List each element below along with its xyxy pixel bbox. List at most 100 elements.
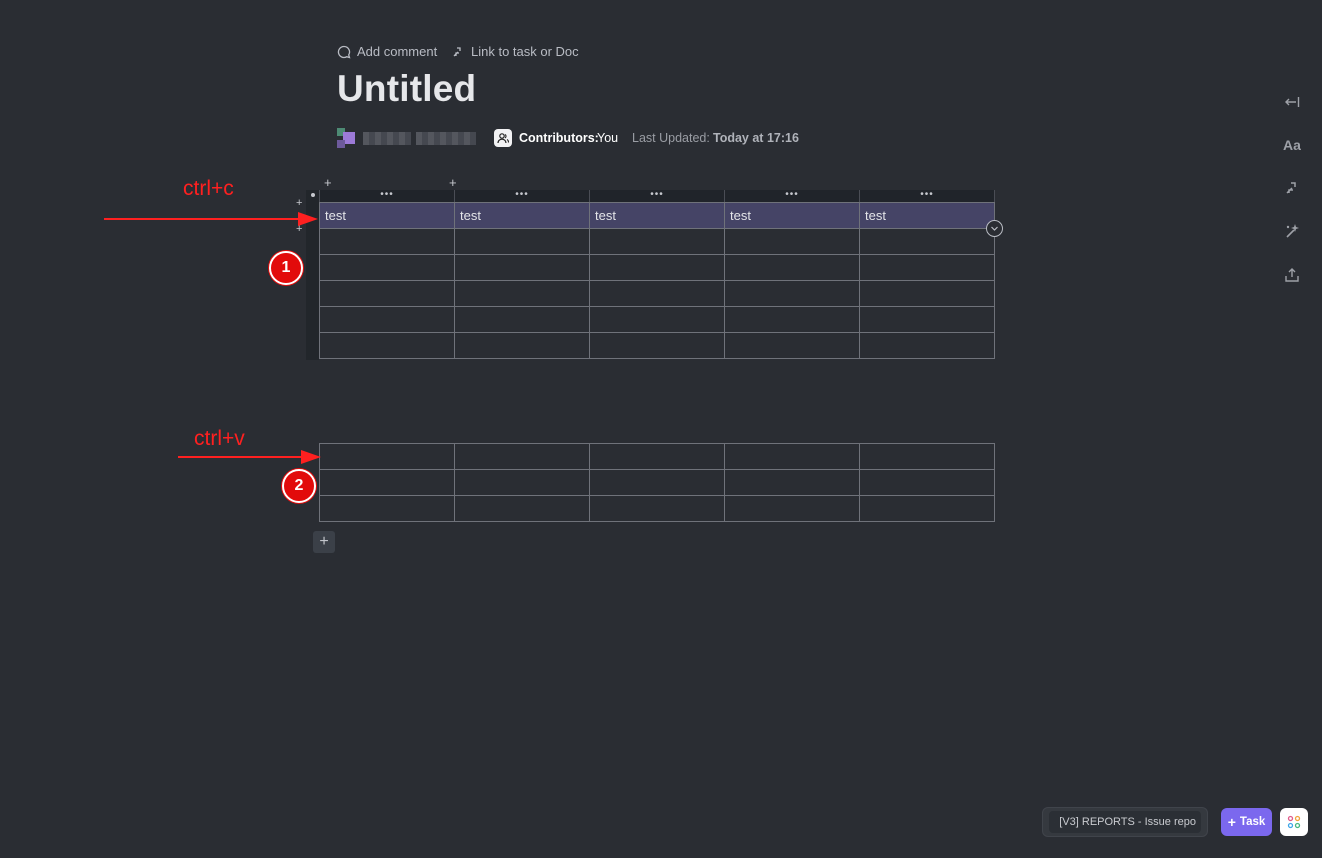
table-row bbox=[319, 254, 995, 281]
table-cell[interactable] bbox=[589, 306, 725, 333]
table-cell[interactable] bbox=[454, 254, 590, 281]
table-cell[interactable] bbox=[319, 254, 455, 281]
table-cell[interactable] bbox=[859, 443, 995, 470]
table-cell[interactable] bbox=[589, 254, 725, 281]
column-handle[interactable]: ••• bbox=[319, 190, 455, 202]
table-cell[interactable] bbox=[859, 332, 995, 359]
column-handle[interactable]: ••• bbox=[590, 190, 725, 202]
table-row bbox=[319, 280, 995, 307]
last-updated-value: Today at 17:16 bbox=[713, 131, 799, 145]
open-doc-tab-label: [V3] REPORTS - Issue repo bbox=[1059, 816, 1196, 828]
source-table: test test test test test bbox=[319, 202, 995, 359]
table-cell[interactable] bbox=[589, 495, 725, 522]
table-row bbox=[319, 228, 995, 255]
apps-button[interactable] bbox=[1280, 808, 1308, 836]
plus-icon: + bbox=[319, 533, 329, 550]
table-cell[interactable] bbox=[319, 306, 455, 333]
column-handle[interactable]: ••• bbox=[860, 190, 995, 202]
contributors-value[interactable]: You bbox=[597, 131, 618, 145]
table-cell[interactable]: test bbox=[859, 202, 995, 229]
author-surname-blurred bbox=[416, 132, 476, 145]
link-icon bbox=[453, 46, 461, 56]
new-task-label: Task bbox=[1239, 816, 1266, 828]
chevron-down-icon bbox=[991, 226, 998, 231]
table-row bbox=[319, 443, 995, 470]
apps-grid-icon bbox=[1287, 815, 1301, 829]
table-cell[interactable] bbox=[589, 443, 725, 470]
table-cell[interactable] bbox=[454, 280, 590, 307]
column-handle[interactable]: ••• bbox=[725, 190, 860, 202]
table-cell[interactable] bbox=[319, 228, 455, 255]
table-cell[interactable] bbox=[319, 443, 455, 470]
table-cell[interactable] bbox=[859, 254, 995, 281]
table-row: test test test test test bbox=[319, 202, 995, 229]
column-handle[interactable]: ••• bbox=[455, 190, 590, 202]
annotation-badge-1: 1 bbox=[269, 251, 303, 285]
table-cell[interactable] bbox=[454, 332, 590, 359]
annotation-arrow-2 bbox=[178, 450, 321, 464]
page-title[interactable]: Untitled bbox=[337, 68, 476, 110]
table-cell[interactable] bbox=[454, 495, 590, 522]
table-cell[interactable] bbox=[859, 306, 995, 333]
last-updated-label: Last Updated: bbox=[632, 131, 710, 145]
table-row bbox=[319, 332, 995, 359]
table-cell[interactable] bbox=[724, 254, 860, 281]
table-cell[interactable] bbox=[859, 495, 995, 522]
collapse-icon[interactable] bbox=[1281, 91, 1303, 113]
annotation-copy-label: ctrl+c bbox=[183, 177, 234, 200]
table-cell[interactable] bbox=[319, 495, 455, 522]
row-options-button[interactable] bbox=[986, 220, 1003, 237]
contributors-icon bbox=[494, 129, 512, 147]
table-row bbox=[319, 469, 995, 496]
new-task-button[interactable]: + Task bbox=[1221, 808, 1272, 836]
table-cell[interactable]: test bbox=[319, 202, 455, 229]
table-cell[interactable] bbox=[859, 280, 995, 307]
contributors-label: Contributors: bbox=[519, 131, 599, 145]
table-cell[interactable]: test bbox=[454, 202, 590, 229]
annotation-badge-2: 2 bbox=[282, 469, 316, 503]
table-cell[interactable] bbox=[589, 332, 725, 359]
add-comment-label: Add comment bbox=[357, 44, 438, 59]
table-select-handle[interactable] bbox=[311, 193, 315, 197]
annotation-arrow-1 bbox=[104, 212, 318, 226]
table-cell[interactable] bbox=[454, 228, 590, 255]
table-cell[interactable] bbox=[319, 469, 455, 496]
table-cell[interactable] bbox=[724, 228, 860, 255]
pasted-table bbox=[319, 443, 995, 522]
table-cell[interactable] bbox=[589, 280, 725, 307]
font-icon[interactable]: Aa bbox=[1281, 134, 1303, 156]
column-handles: ••• ••• ••• ••• ••• bbox=[319, 190, 995, 202]
table-cell[interactable] bbox=[724, 280, 860, 307]
comment-icon bbox=[337, 45, 351, 58]
table-cell[interactable] bbox=[859, 228, 995, 255]
table-row bbox=[319, 306, 995, 333]
open-doc-tab[interactable]: [V3] REPORTS - Issue repo bbox=[1042, 807, 1208, 837]
table-cell[interactable] bbox=[319, 280, 455, 307]
table-cell[interactable] bbox=[454, 443, 590, 470]
table-cell[interactable] bbox=[724, 495, 860, 522]
insert-column-icon[interactable]: + bbox=[449, 176, 457, 189]
table-cell[interactable] bbox=[724, 306, 860, 333]
ai-sparkle-icon[interactable] bbox=[1281, 220, 1303, 242]
table-cell[interactable] bbox=[454, 469, 590, 496]
add-block-button[interactable]: + bbox=[313, 531, 335, 553]
table-cell[interactable] bbox=[859, 469, 995, 496]
table-cell[interactable]: test bbox=[724, 202, 860, 229]
share-icon[interactable] bbox=[1281, 264, 1303, 286]
insert-column-before-icon[interactable]: + bbox=[324, 176, 332, 189]
link-task-label: Link to task or Doc bbox=[471, 44, 579, 59]
table-cell[interactable] bbox=[319, 332, 455, 359]
table-cell[interactable] bbox=[724, 469, 860, 496]
table-cell[interactable] bbox=[724, 443, 860, 470]
avatar bbox=[337, 128, 357, 148]
add-comment-button[interactable]: Add comment bbox=[337, 44, 437, 59]
table-cell[interactable]: test bbox=[589, 202, 725, 229]
table-cell[interactable] bbox=[724, 332, 860, 359]
link-icon[interactable] bbox=[1281, 177, 1303, 199]
author-name-blurred bbox=[363, 132, 411, 145]
table-cell[interactable] bbox=[454, 306, 590, 333]
table-cell[interactable] bbox=[589, 228, 725, 255]
plus-icon: + bbox=[1227, 814, 1236, 830]
link-task-button[interactable]: Link to task or Doc bbox=[451, 44, 579, 59]
table-cell[interactable] bbox=[589, 469, 725, 496]
